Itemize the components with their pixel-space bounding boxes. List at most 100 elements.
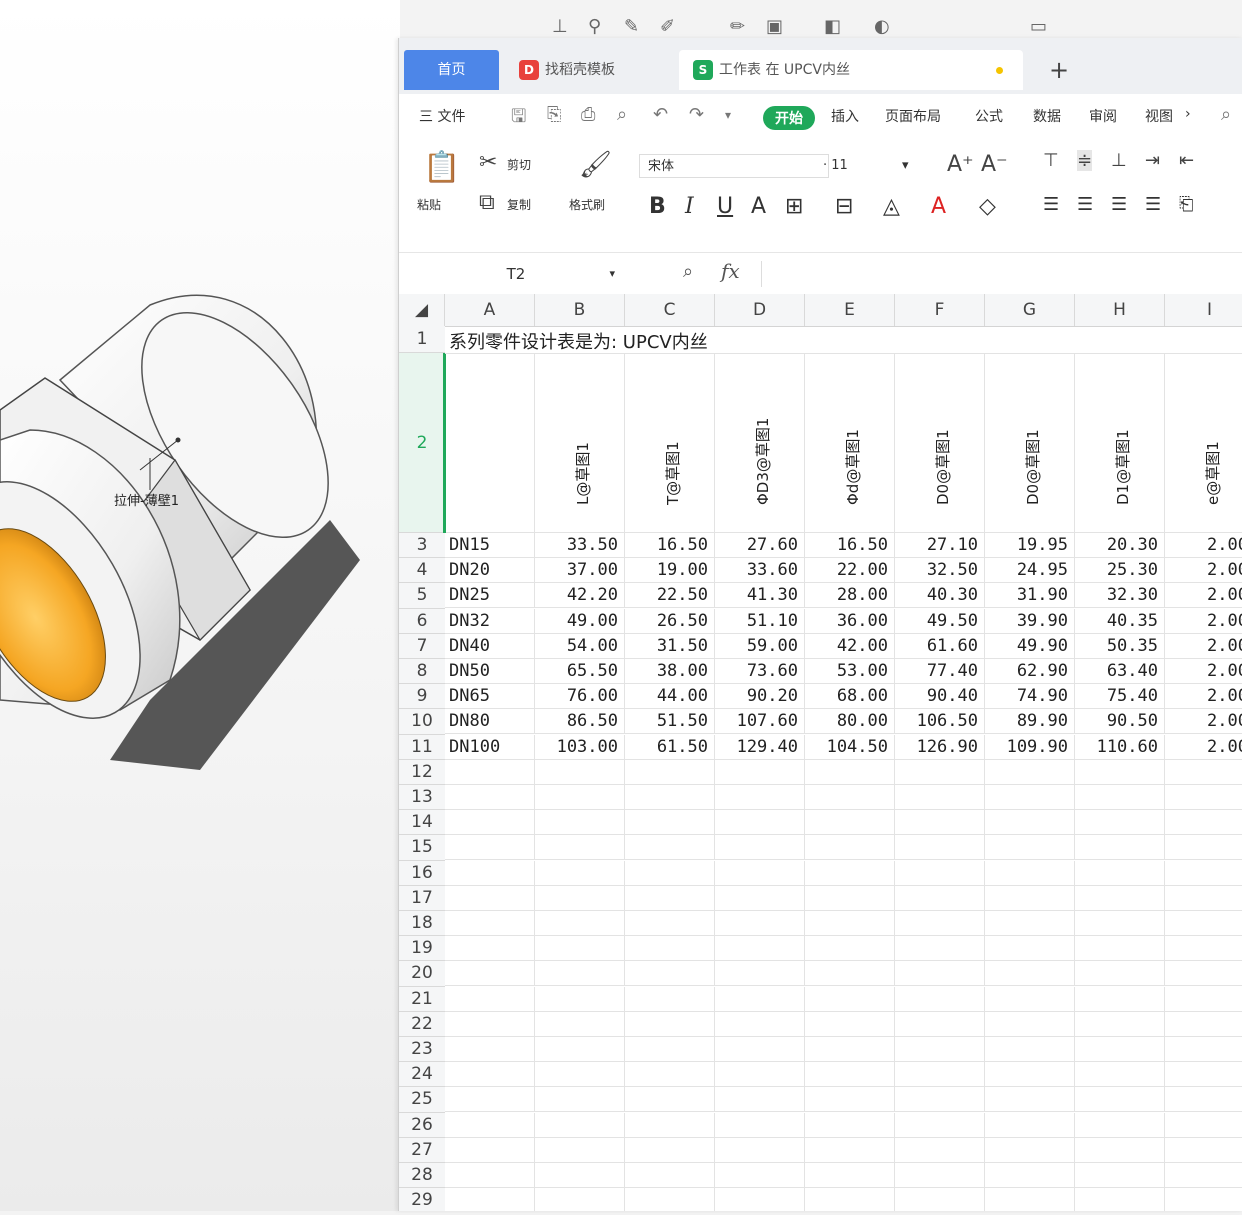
empty-cell[interactable] [715,759,805,785]
empty-cell[interactable] [625,936,715,962]
empty-cell[interactable] [535,1112,625,1138]
merge-icon[interactable]: ⊟ [835,194,853,219]
table-cell[interactable]: 49.50 [895,608,985,634]
table-cell[interactable]: DN20 [445,558,535,584]
empty-cell[interactable] [535,810,625,836]
empty-cell[interactable] [895,936,985,962]
row-header-21[interactable]: 21 [399,986,445,1012]
table-cell[interactable]: 22.00 [805,558,895,584]
empty-cell[interactable] [715,1163,805,1188]
row-header-28[interactable]: 28 [399,1163,445,1189]
appearance-icon[interactable]: ◐ [874,16,890,37]
empty-cell[interactable] [805,835,895,861]
empty-cell[interactable] [1075,810,1165,836]
align-bottom-icon[interactable]: ⊥ [1111,150,1127,171]
align-right-icon[interactable]: ☰ [1111,194,1127,215]
align-middle-icon[interactable]: ≑ [1077,150,1093,171]
empty-cell[interactable] [445,1037,535,1062]
empty-cell[interactable] [805,860,895,886]
row-header-13[interactable]: 13 [399,785,445,811]
table-cell[interactable]: 42.00 [805,633,895,659]
save-icon[interactable]: 🖫 [511,104,526,134]
cut-button[interactable]: 剪切 [507,156,531,173]
empty-cell[interactable] [895,1062,985,1088]
table-cell[interactable]: 76.00 [535,684,625,710]
column-header-b[interactable]: B [535,294,625,326]
table-cell[interactable]: 31.90 [985,583,1075,609]
empty-cell[interactable] [895,759,985,785]
empty-cell[interactable] [1165,987,1242,1012]
empty-cell[interactable] [445,1188,535,1211]
empty-cell[interactable] [445,785,535,810]
name-box[interactable]: T2 ▾ [413,261,619,287]
table-cell[interactable]: 53.00 [805,659,895,684]
table-cell[interactable]: 2.00 [1165,609,1242,634]
empty-cell[interactable] [715,1011,805,1037]
row-header-8[interactable]: 8 [399,659,445,685]
row-header-22[interactable]: 22 [399,1011,445,1037]
empty-cell[interactable] [535,885,625,911]
empty-cell[interactable] [715,1062,805,1088]
empty-cell[interactable] [1075,885,1165,911]
column-header-e[interactable]: E [805,294,895,326]
table-cell[interactable]: 16.50 [805,533,895,558]
table-cell[interactable]: 50.35 [1075,633,1165,659]
empty-cell[interactable] [985,1112,1075,1138]
row-header-23[interactable]: 23 [399,1037,445,1063]
menu-insert[interactable]: 插入 [831,106,859,126]
empty-cell[interactable] [805,911,895,936]
empty-cell[interactable] [895,1188,985,1211]
font-name-select[interactable]: 宋体 [639,154,829,178]
empty-cell[interactable] [445,1112,535,1138]
menu-data[interactable]: 数据 [1033,106,1061,126]
empty-cell[interactable] [445,759,535,785]
row-header-3[interactable]: 3 [399,533,445,559]
empty-cell[interactable] [805,986,895,1012]
column-header-c[interactable]: C [625,294,715,326]
table-cell[interactable]: 2.00 [1165,558,1242,584]
display-icon[interactable]: ▣ [766,16,783,37]
row-header-2[interactable]: 2 [399,353,445,533]
row-header-12[interactable]: 12 [399,759,445,785]
row-header-24[interactable]: 24 [399,1062,445,1088]
menu-review[interactable]: 审阅 [1089,106,1117,126]
table-cell[interactable]: 27.60 [715,533,805,558]
empty-cell[interactable] [535,1011,625,1037]
empty-cell[interactable] [1165,1188,1242,1211]
window-icon[interactable]: ▭ [1030,16,1047,37]
empty-cell[interactable] [1075,1062,1165,1088]
empty-cell[interactable] [1165,785,1242,810]
empty-cell[interactable] [1075,1112,1165,1138]
empty-cell[interactable] [805,1087,895,1113]
align-left-icon[interactable]: ☰ [1043,194,1059,215]
table-cell[interactable]: 61.60 [895,633,985,659]
cut-icon[interactable]: ✂ [479,150,497,175]
empty-cell[interactable] [985,1137,1075,1163]
menu-formula[interactable]: 公式 [975,106,1003,126]
empty-cell[interactable] [445,911,535,936]
empty-cell[interactable] [1075,1163,1165,1188]
align-center-icon[interactable]: ☰ [1077,194,1093,215]
empty-cell[interactable] [715,1112,805,1138]
empty-cell[interactable] [1075,835,1165,861]
empty-cell[interactable] [1165,1037,1242,1062]
empty-cell[interactable] [985,1037,1075,1062]
empty-cell[interactable] [1165,760,1242,785]
sketch-icon[interactable]: ✎ [624,16,639,37]
format-painter-icon[interactable]: 🖌 [579,150,612,180]
header-cell[interactable]: D1@草图1 [1075,353,1165,533]
table-cell[interactable]: 62.90 [985,659,1075,684]
empty-cell[interactable] [1075,1011,1165,1037]
table-cell[interactable]: 33.60 [715,558,805,584]
empty-cell[interactable] [535,1188,625,1211]
empty-cell[interactable] [1075,911,1165,936]
empty-cell[interactable] [985,936,1075,962]
empty-cell[interactable] [535,1037,625,1062]
empty-cell[interactable] [535,1137,625,1163]
tab-worksheet[interactable]: S 工作表 在 UPCV内丝 [679,50,1023,90]
table-cell[interactable]: 74.90 [985,684,1075,710]
row-header-4[interactable]: 4 [399,558,445,584]
empty-cell[interactable] [715,860,805,886]
row-header-26[interactable]: 26 [399,1112,445,1138]
empty-cell[interactable] [805,936,895,962]
